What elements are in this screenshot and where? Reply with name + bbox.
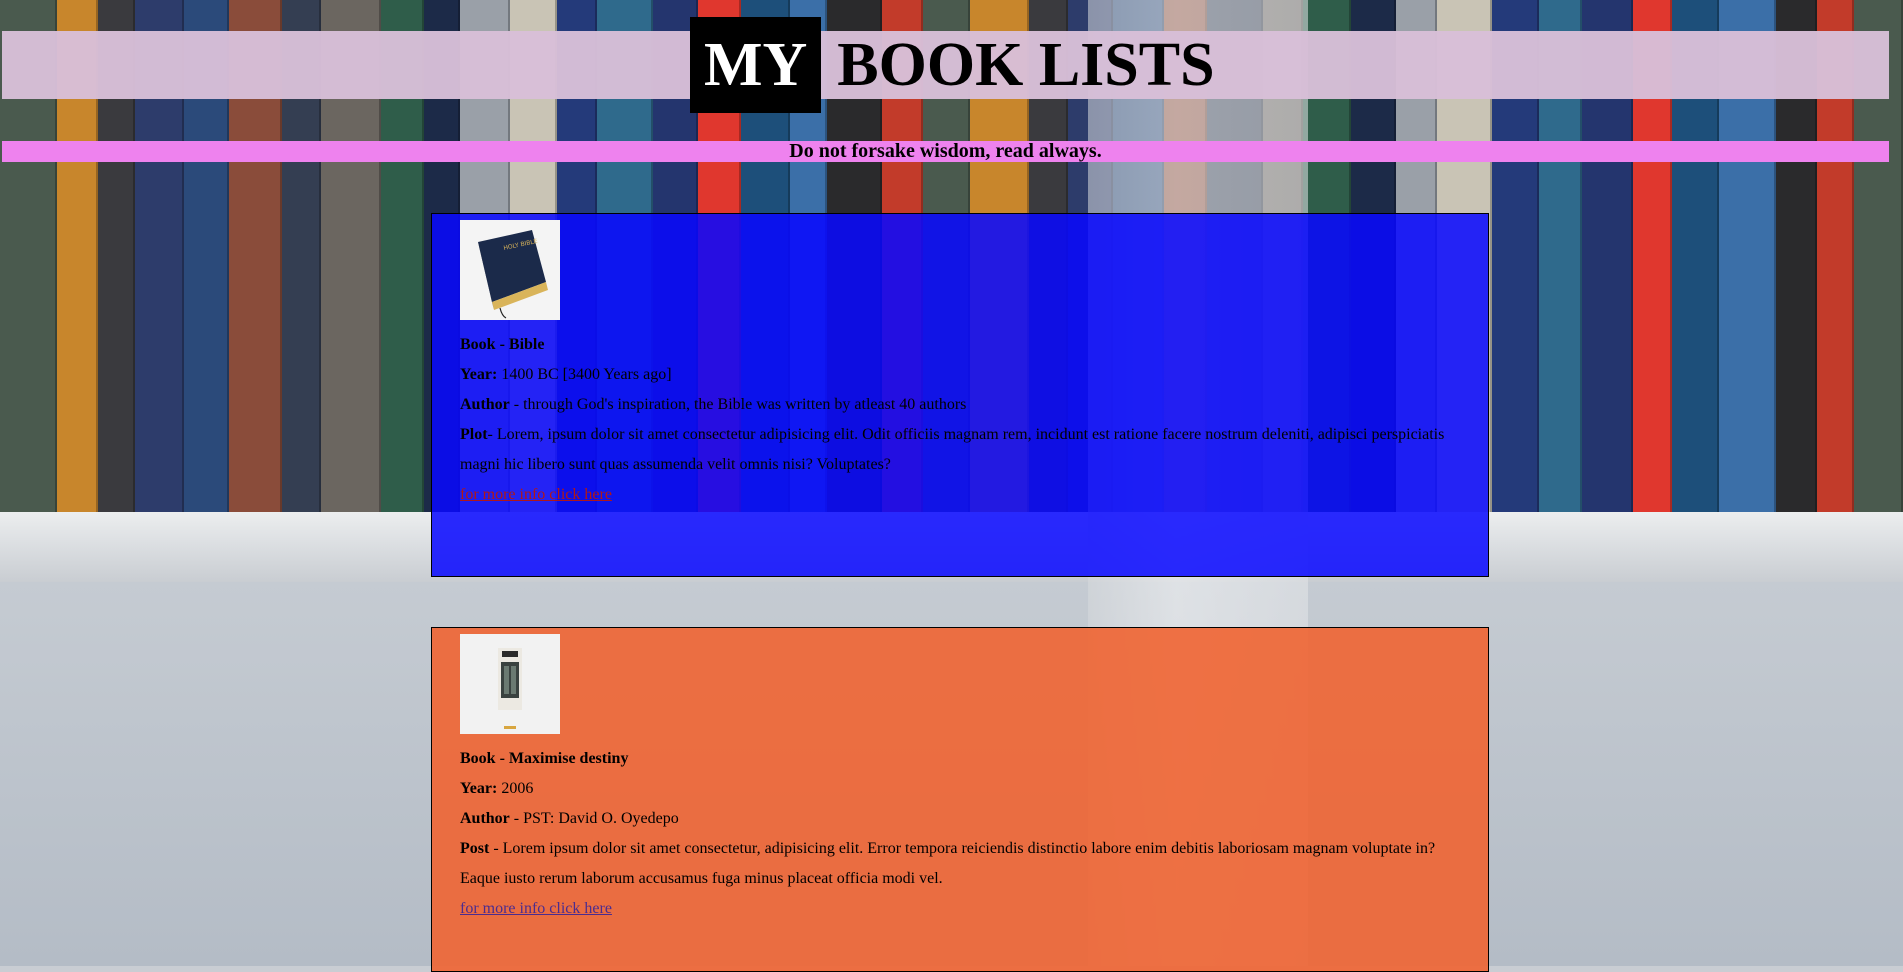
book-plot: Plot- Lorem, ipsum dolor sit amet consec… [460,426,1445,473]
book-title: Book - Bible [460,336,545,353]
bible-cover-image: HOLY BIBLE [460,220,560,320]
maximise-destiny-cover-image [460,634,560,734]
title-rest: BOOK LISTS [837,31,1215,99]
more-info-link[interactable]: for more info click here [460,480,612,510]
book-title: Book - Maximise destiny [460,750,629,767]
tagline: Do not forsake wisdom, read always. [2,141,1889,162]
book-year: Year: 2006 [460,780,534,797]
title-prefix: MY [690,17,822,113]
book-card-maximise-destiny: Book - Maximise destiny Year: 2006 Autho… [431,627,1489,972]
book-year: Year: 1400 BC [3400 Years ago] [460,366,672,383]
book-author: Author - through God's inspiration, the … [460,396,967,413]
page-title: MY BOOK LISTS [690,17,1215,113]
more-info-link[interactable]: for more info click here [460,894,612,924]
book-card-bible: HOLY BIBLE Book - Bible Year: 1400 BC [3… [431,213,1489,577]
book-plot: Post - Lorem ipsum dolor sit amet consec… [460,840,1436,887]
book-author: Author - PST: David O. Oyedepo [460,810,679,827]
